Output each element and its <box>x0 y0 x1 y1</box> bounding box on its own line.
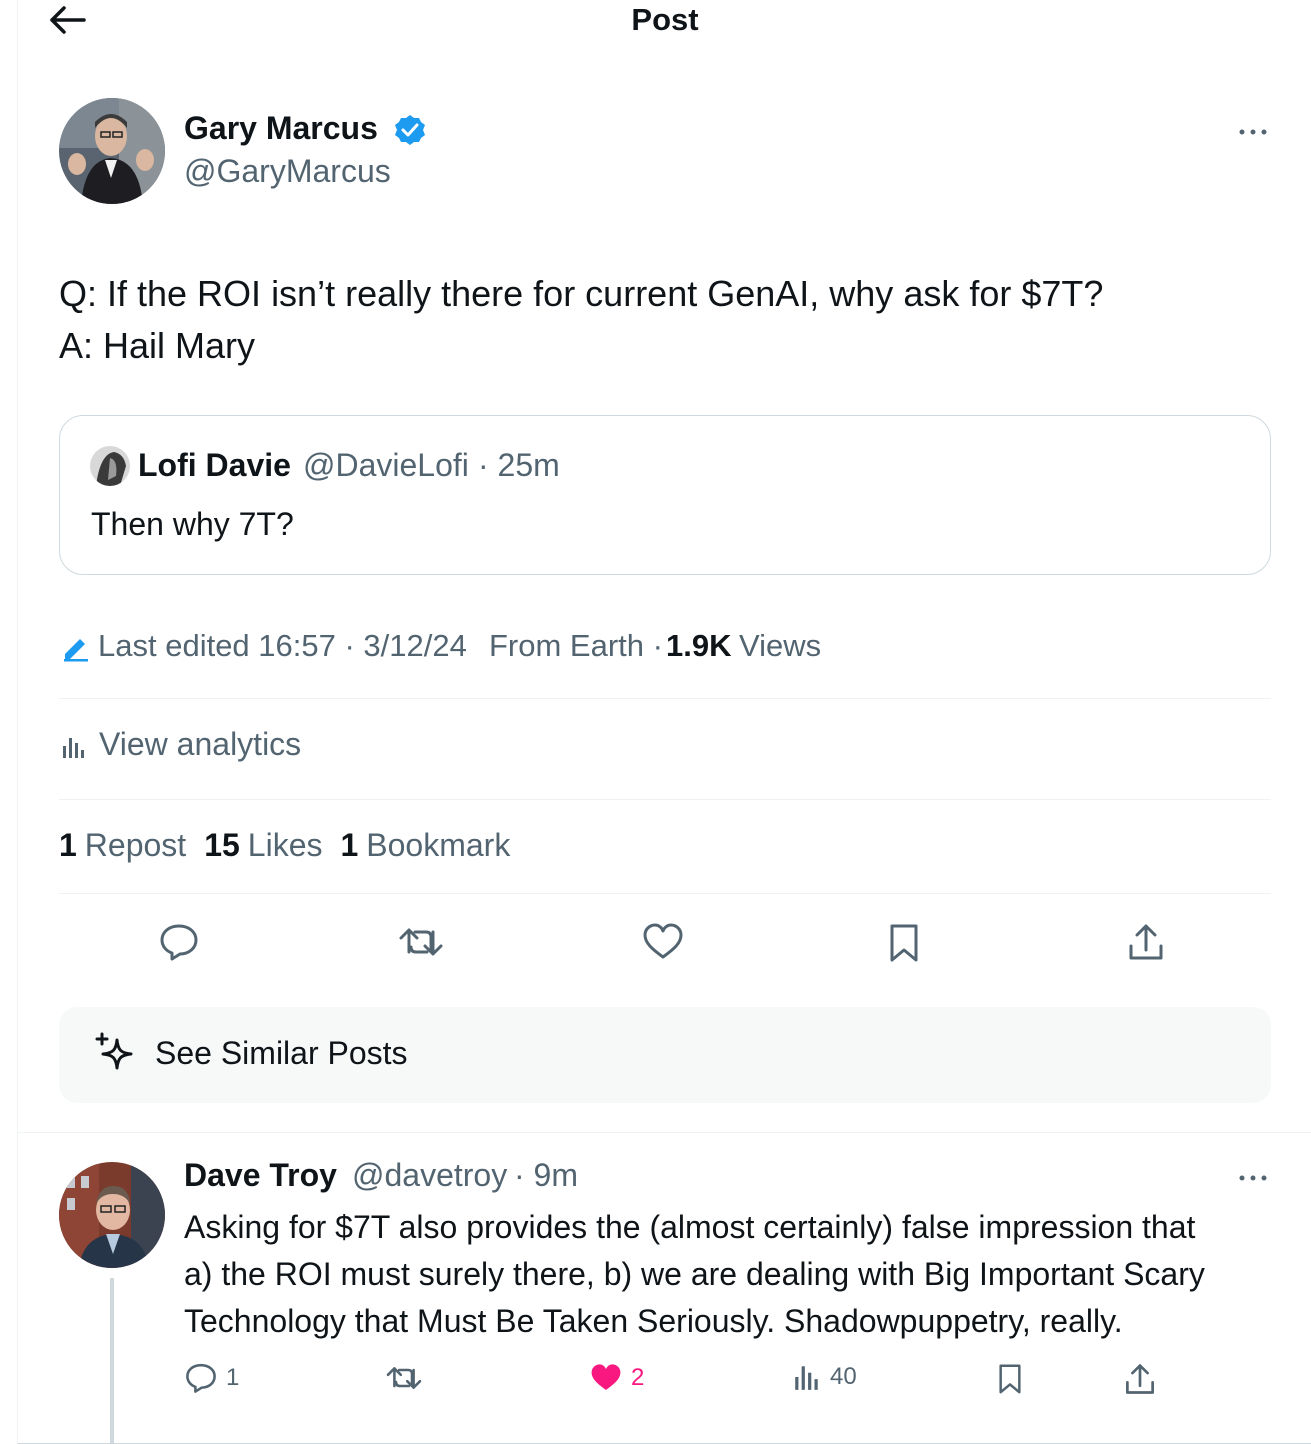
thread-line <box>110 1278 114 1444</box>
avatar[interactable] <box>59 1162 165 1268</box>
author-handle[interactable]: @GaryMarcus <box>184 153 391 190</box>
reply-count: 1 <box>226 1364 240 1391</box>
repost-icon[interactable] <box>398 922 444 962</box>
like-icon[interactable] <box>642 922 684 962</box>
views-count: 40 <box>830 1363 857 1390</box>
quote-author-name: Lofi Davie <box>138 447 291 483</box>
reply-button[interactable]: 1 <box>184 1362 239 1394</box>
reply-author-name[interactable]: Dave Troy <box>184 1157 337 1194</box>
reply-text-line: Asking for $7T also provides the (almost… <box>184 1209 1196 1245</box>
edit-pencil-icon <box>61 633 91 668</box>
reply-author-handle[interactable]: @davetroy <box>352 1157 507 1194</box>
reply-text-line: a) the ROI must surely there, b) we are … <box>184 1256 1205 1292</box>
post-page: Post Gary Marcus @GaryMarcus Q: If the R… <box>17 0 1311 1444</box>
bookmarks-label[interactable]: Bookmark <box>366 827 510 864</box>
views-label: Views <box>739 628 822 663</box>
reply-text: Asking for $7T also provides the (almost… <box>184 1204 1205 1345</box>
share-icon <box>1126 1364 1154 1394</box>
like-count: 2 <box>631 1364 645 1391</box>
divider <box>59 799 1271 800</box>
analytics-icon <box>61 732 87 765</box>
repost-button[interactable] <box>385 1362 423 1394</box>
bookmark-button[interactable] <box>996 1362 1024 1396</box>
reposts-count[interactable]: 1 <box>59 827 77 864</box>
engagement-stats: 1 Repost 15 Likes 1 Bookmark <box>59 827 510 864</box>
more-icon[interactable] <box>1238 122 1268 147</box>
quote-time: · 25m <box>478 447 560 483</box>
like-button[interactable]: 2 <box>589 1362 644 1394</box>
author-name[interactable]: Gary Marcus <box>184 110 378 147</box>
view-analytics-link[interactable]: View analytics <box>99 726 301 763</box>
post-text: Q: If the ROI isn’t really there for cur… <box>59 268 1103 372</box>
bookmarks-count[interactable]: 1 <box>340 827 358 864</box>
reply-text-line: Technology that Must Be Taken Seriously.… <box>184 1303 1123 1339</box>
share-button[interactable] <box>1124 1362 1156 1396</box>
views-button[interactable]: 40 <box>792 1362 857 1392</box>
divider <box>18 1132 1311 1133</box>
post-source: From Earth · <box>489 628 663 663</box>
page-title: Post <box>631 2 699 37</box>
repost-icon <box>386 1367 422 1389</box>
post-text-line: A: Hail Mary <box>59 325 256 366</box>
share-icon[interactable] <box>1127 922 1165 962</box>
verified-badge-icon <box>393 113 427 152</box>
avatar[interactable] <box>59 98 165 204</box>
quote-text: Then why 7T? <box>91 506 294 542</box>
reposts-label[interactable]: Repost <box>85 827 186 864</box>
likes-label[interactable]: Likes <box>248 827 323 864</box>
likes-count[interactable]: 15 <box>204 827 240 864</box>
like-icon <box>591 1364 621 1390</box>
sparkle-icon <box>93 1032 139 1083</box>
more-icon[interactable] <box>1238 1168 1268 1193</box>
post-edited[interactable]: Last edited 16:57 · 3/12/24 <box>98 628 467 664</box>
bookmark-icon[interactable] <box>886 922 922 964</box>
divider <box>59 893 1271 894</box>
avatar <box>90 446 130 486</box>
bookmark-icon <box>999 1364 1021 1394</box>
views-count: 1.9K <box>666 628 732 663</box>
see-similar-posts-button[interactable]: See Similar Posts <box>59 1007 1271 1103</box>
post-text-line: Q: If the ROI isn’t really there for cur… <box>59 273 1104 314</box>
reply-icon <box>186 1363 216 1393</box>
quoted-post[interactable]: Lofi Davie @DavieLofi · 25m Then why 7T? <box>59 415 1271 575</box>
reply-time[interactable]: · 9m <box>514 1157 578 1194</box>
see-similar-posts-label: See Similar Posts <box>155 1035 408 1071</box>
reply-icon[interactable] <box>158 922 200 962</box>
analytics-icon <box>795 1366 818 1390</box>
divider <box>59 698 1271 699</box>
quote-author-handle: @DavieLofi <box>303 447 469 483</box>
header: Post <box>18 0 1311 40</box>
